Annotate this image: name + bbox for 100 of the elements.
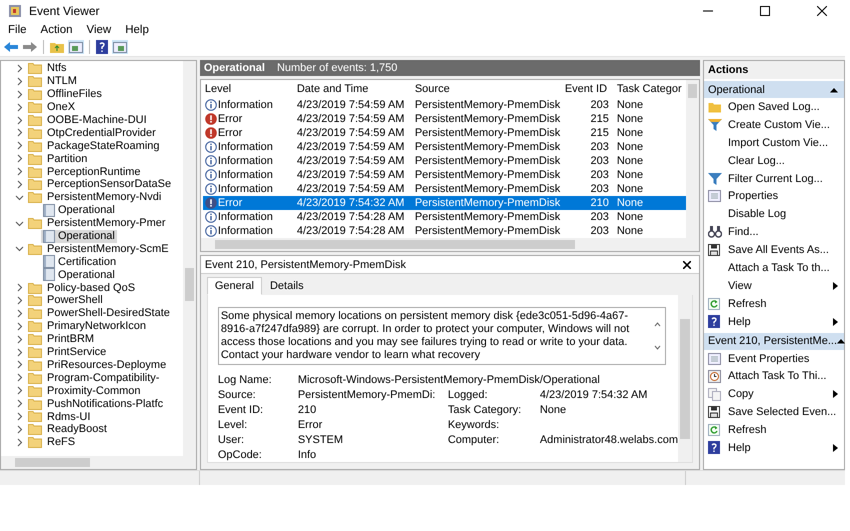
- pane-icon[interactable]: [68, 40, 84, 54]
- maximize-icon[interactable]: [760, 6, 770, 16]
- chevron-right-icon[interactable]: [15, 102, 24, 112]
- tree-item[interactable]: PersistentMemory-ScmE: [45, 242, 171, 256]
- event-row[interactable]: Information 4/23/2019 7:54:59 AM PersistentMemory-PmemDisk 203 None: [202, 154, 686, 168]
- back-icon[interactable]: [3, 40, 19, 54]
- event-row[interactable]: Error 4/23/2019 7:54:32 AM PersistentMemory-PmemDisk 210 None: [202, 196, 686, 210]
- tab[interactable]: General: [206, 277, 262, 295]
- menu-item[interactable]: View: [86, 24, 112, 36]
- menu-item[interactable]: Help: [125, 24, 149, 36]
- scrollbar[interactable]: [200, 238, 699, 251]
- chevron-right-icon[interactable]: [15, 141, 24, 150]
- tree-item[interactable]: Operational: [41, 230, 117, 243]
- chevron-right-icon[interactable]: [15, 308, 24, 318]
- event-row[interactable]: Information 4/23/2019 7:54:59 AM PersistentMemory-PmemDisk 203 None: [202, 140, 686, 154]
- task-link[interactable]: Properties: [704, 187, 844, 206]
- event-row[interactable]: Error 4/23/2019 7:54:59 AM PersistentMemory-PmemDisk 215 None: [202, 112, 686, 126]
- tree-item[interactable]: Policy-based QoS: [45, 281, 138, 294]
- tree-item[interactable]: OOBE-Machine-DUI: [45, 114, 149, 127]
- chevron-right-icon[interactable]: [15, 424, 24, 434]
- event-row[interactable]: Information 4/23/2019 7:54:59 AM PersistentMemory-PmemDisk 203 None: [202, 168, 686, 182]
- task-link[interactable]: Event Properties: [704, 350, 844, 368]
- tree-item[interactable]: PrimaryNetworkIcon: [45, 320, 148, 333]
- task-link[interactable]: Copy: [704, 385, 844, 404]
- tree-item[interactable]: Program-Compatibility-: [45, 371, 162, 384]
- tree-item[interactable]: Operational: [41, 268, 117, 282]
- chevron-right-icon[interactable]: [15, 90, 24, 99]
- task-link[interactable]: Import Custom Vie...: [704, 134, 844, 152]
- chevron-right-icon[interactable]: [15, 348, 24, 357]
- chevron-right-icon[interactable]: [15, 386, 24, 396]
- tree-item[interactable]: Operational: [41, 204, 117, 217]
- column-header[interactable]: Date and Time: [292, 83, 411, 95]
- task-link[interactable]: Help: [704, 312, 844, 331]
- chevron-right-icon[interactable]: [15, 334, 24, 344]
- scrollbar[interactable]: [686, 80, 699, 238]
- tree-item[interactable]: PersistentMemory-Nvdi: [45, 190, 164, 204]
- event-row[interactable]: Error 4/23/2019 7:54:59 AM PersistentMemory-PmemDisk 215 None: [202, 126, 686, 140]
- task-link[interactable]: Save All Events As...: [704, 241, 844, 260]
- chevron-right-icon[interactable]: [15, 128, 24, 138]
- task-link[interactable]: Disable Log: [704, 205, 844, 224]
- chevron-down-icon[interactable]: [15, 192, 24, 202]
- forward-icon[interactable]: [22, 40, 38, 54]
- help-icon[interactable]: [95, 40, 109, 54]
- chevron-down-icon[interactable]: [15, 244, 24, 254]
- task-link[interactable]: Find...: [704, 223, 844, 242]
- tree-item[interactable]: OfflineFiles: [45, 88, 104, 101]
- chevron-right-icon[interactable]: [15, 167, 24, 176]
- tree-item[interactable]: PersistentMemory-Pmer: [45, 216, 168, 230]
- tree-item[interactable]: ReFS: [45, 436, 78, 449]
- tree-item[interactable]: PerceptionRuntime: [45, 165, 143, 178]
- close-icon[interactable]: [817, 6, 827, 16]
- menu-item[interactable]: File: [8, 24, 27, 36]
- chevron-right-icon[interactable]: [15, 180, 24, 189]
- chevron-right-icon[interactable]: [15, 154, 24, 164]
- chevron-right-icon[interactable]: [15, 296, 24, 305]
- tree-item[interactable]: NTLM: [45, 74, 79, 88]
- chevron-right-icon[interactable]: [15, 438, 24, 447]
- chevron-right-icon[interactable]: [15, 64, 24, 73]
- column-header[interactable]: Event ID: [560, 83, 613, 95]
- event-row[interactable]: Information 4/23/2019 7:54:28 AM PersistentMemory-PmemDisk 203 None: [202, 224, 686, 238]
- task-link[interactable]: Refresh: [704, 421, 844, 440]
- tree-item[interactable]: ReadyBoost: [45, 422, 109, 436]
- event-row[interactable]: Information 4/23/2019 7:54:28 AM PersistentMemory-PmemDisk 203 None: [202, 210, 686, 224]
- tree-item[interactable]: PriResources-Deployme: [45, 358, 168, 372]
- task-link[interactable]: Attach a Task To th...: [704, 259, 844, 277]
- tree-item[interactable]: PerceptionSensorDataSe: [45, 178, 174, 191]
- tree-item[interactable]: Partition: [45, 152, 90, 166]
- column-header[interactable]: Level: [200, 83, 293, 95]
- event-row[interactable]: Information 4/23/2019 7:54:59 AM PersistentMemory-PmemDisk 203 None: [202, 98, 686, 112]
- tree-item[interactable]: PowerShell: [45, 294, 105, 307]
- column-header[interactable]: Task Categor: [612, 83, 686, 95]
- chevron-right-icon[interactable]: [15, 373, 24, 382]
- tree-item[interactable]: Certification: [41, 255, 118, 268]
- task-link[interactable]: View: [704, 276, 844, 295]
- chevron-down-icon[interactable]: [15, 218, 24, 228]
- tree-item[interactable]: PowerShell-DesiredState: [45, 306, 172, 320]
- tab[interactable]: Details: [262, 277, 312, 295]
- column-header[interactable]: Source: [410, 83, 561, 95]
- tree-item[interactable]: PushNotifications-Platfc: [45, 397, 166, 410]
- tree-item[interactable]: PrintService: [45, 346, 108, 359]
- event-row[interactable]: Information 4/23/2019 7:54:59 AM PersistentMemory-PmemDisk 203 None: [202, 182, 686, 196]
- section-header[interactable]: Operational: [704, 81, 844, 98]
- tree-item[interactable]: PrintBRM: [45, 332, 96, 346]
- tree-item[interactable]: OneX: [45, 100, 78, 114]
- tree-item[interactable]: Rdms-UI: [45, 410, 92, 423]
- scrollbar[interactable]: [678, 295, 692, 462]
- scroll-arrows-icon[interactable]: [654, 321, 661, 351]
- task-link[interactable]: Filter Current Log...: [704, 170, 844, 188]
- scrollbar[interactable]: [182, 61, 196, 456]
- chevron-right-icon[interactable]: [15, 322, 24, 331]
- chevron-right-icon[interactable]: [15, 360, 24, 370]
- chevron-right-icon[interactable]: [15, 76, 24, 86]
- task-link[interactable]: Clear Log...: [704, 152, 844, 170]
- tree-item[interactable]: PackageStateRoaming: [45, 139, 162, 152]
- task-link[interactable]: Refresh: [704, 294, 844, 313]
- folder-icon[interactable]: [49, 40, 65, 54]
- chevron-right-icon[interactable]: [15, 283, 24, 292]
- chevron-right-icon[interactable]: [15, 399, 24, 408]
- section-header[interactable]: Event 210, PersistentMe...: [704, 332, 844, 350]
- task-link[interactable]: Save Selected Even...: [704, 403, 844, 422]
